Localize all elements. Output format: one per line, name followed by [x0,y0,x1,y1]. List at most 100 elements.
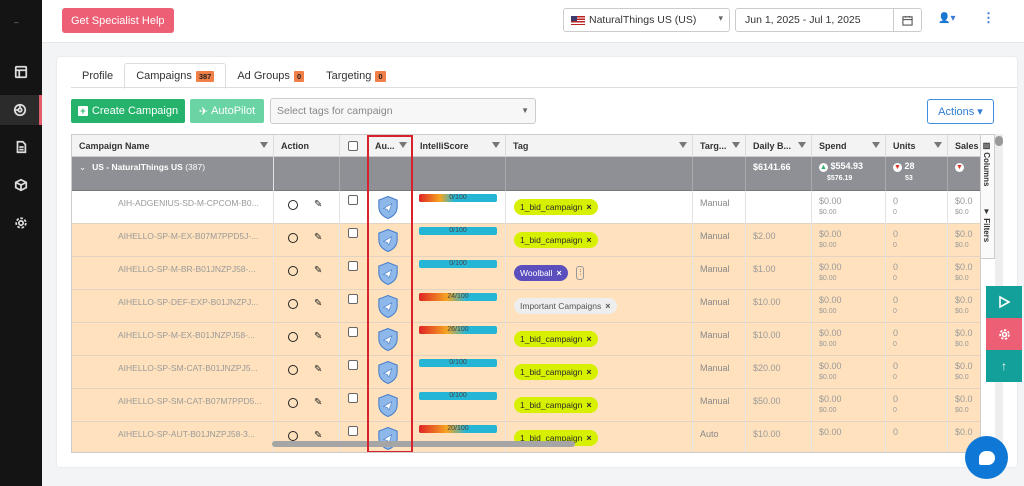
remove-tag-icon[interactable]: × [586,331,591,347]
edit-pen-icon[interactable]: ✎ [314,331,322,342]
document-icon[interactable] [0,132,42,162]
actions-button[interactable]: Actions ▾ [927,99,994,124]
campaign-name[interactable]: AIHELLO-SP-M-EX-B01JNZPJ58-... [72,323,274,356]
calendar-icon[interactable] [893,9,921,31]
campaign-name[interactable]: AIH-ADGENIUS-SD-M-CPCOM-B0... [72,191,274,224]
tag-pill[interactable]: 1_bid_campaign × [514,397,598,413]
cube-icon[interactable] [0,170,42,200]
filter-icon[interactable] [679,142,687,148]
tab-campaigns[interactable]: Campaigns 387 [124,63,227,89]
tag-pill[interactable]: Important Campaigns × [514,298,617,314]
marketplace-select[interactable]: NaturalThings US (US) ▾ [563,8,730,32]
table-row[interactable]: AIHELLO-SP-DEF-EXP-B01JNZPJ... ✎ 24/100 Imp… [72,290,980,323]
row-checkbox[interactable] [348,195,358,205]
autopilot-shield-icon[interactable] [377,195,399,220]
table-row[interactable]: AIHELLO-SP-SM-CAT-B01JNZPJ5... ✎ 0/100 1_bi… [72,356,980,389]
campaign-name[interactable]: AIHELLO-SP-SM-CAT-B01JNZPJ5... [72,356,274,389]
remove-tag-icon[interactable]: × [586,397,591,413]
chat-button[interactable] [965,436,1008,479]
tab-ad-groups[interactable]: Ad Groups 0 [226,63,315,89]
col-action[interactable]: Action [274,135,340,157]
tag-pill[interactable]: Woolball × [514,265,568,281]
autopilot-shield-icon[interactable] [377,393,399,418]
col-intelliscore[interactable]: IntelliScore [413,135,506,157]
row-checkbox[interactable] [348,426,358,436]
clock-icon[interactable] [288,233,298,243]
table-row[interactable]: AIHELLO-SP-M-EX-B07M7PPD5J-... ✎ 0/100 1_bi… [72,224,980,257]
tab-profile[interactable]: Profile [71,63,124,89]
filter-icon[interactable] [732,142,740,148]
date-range-picker[interactable]: Jun 1, 2025 - Jul 1, 2025 [735,8,922,32]
remove-tag-icon[interactable]: × [605,298,610,314]
columns-panel-toggle[interactable]: ▥ Columns [982,141,991,186]
row-checkbox[interactable] [348,228,358,238]
tag-pill[interactable]: 1_bid_campaign × [514,232,598,248]
edit-pen-icon[interactable]: ✎ [314,265,322,276]
filter-icon[interactable] [399,142,407,148]
create-campaign-button[interactable]: + Create Campaign [71,99,185,123]
settings-fab[interactable] [986,318,1022,350]
clock-icon[interactable] [288,266,298,276]
clock-icon[interactable] [288,398,298,408]
remove-tag-icon[interactable]: × [586,199,591,215]
col-targeting[interactable]: Targ... [693,135,746,157]
campaign-name[interactable]: AIHELLO-SP-SM-CAT-B07M7PPD5... [72,389,274,422]
campaigns-icon[interactable] [0,95,42,125]
filter-icon[interactable] [798,142,806,148]
play-button[interactable] [986,286,1022,318]
campaign-name[interactable]: AIHELLO-SP-M-BR-B01JNZPJ58-... [72,257,274,290]
filter-icon[interactable] [872,142,880,148]
autopilot-button[interactable]: ✈ AutoPilot [190,99,264,123]
filter-icon[interactable] [934,142,942,148]
campaign-name[interactable]: AIHELLO-SP-AUT-B01JNZPJ58-3... [72,422,274,452]
select-all-checkbox[interactable] [348,141,358,151]
horizontal-scrollbar[interactable] [272,441,575,447]
col-spend[interactable]: Spend [812,135,886,157]
chevron-down-icon[interactable]: ⌄ [79,162,86,172]
row-checkbox[interactable] [348,360,358,370]
more-options-icon[interactable]: ⋮ [982,10,995,26]
campaign-name[interactable]: AIHELLO-SP-DEF-EXP-B01JNZPJ... [72,290,274,323]
edit-pen-icon[interactable]: ✎ [314,298,322,309]
edit-pen-icon[interactable]: ✎ [314,199,322,210]
edit-pen-icon[interactable]: ✎ [314,397,322,408]
filter-icon[interactable] [492,142,500,148]
table-row[interactable]: AIHELLO-SP-M-EX-B01JNZPJ58-... ✎ 26/100 1_b… [72,323,980,356]
table-row[interactable]: AIHELLO-SP-M-BR-B01JNZPJ58-... ✎ 0/100 Wool… [72,257,980,290]
tag-select[interactable]: Select tags for campaign ▼ [270,98,536,124]
remove-tag-icon[interactable]: × [586,232,591,248]
tab-targeting[interactable]: Targeting 0 [315,63,396,89]
clock-icon[interactable] [288,299,298,309]
clock-icon[interactable] [288,365,298,375]
autopilot-shield-icon[interactable] [377,228,399,253]
remove-tag-icon[interactable]: × [556,265,561,281]
filters-panel-toggle[interactable]: ▼ Filters [982,207,991,242]
specialist-help-button[interactable]: Get Specialist Help [62,8,174,33]
autopilot-shield-icon[interactable] [377,261,399,286]
edit-pen-icon[interactable]: ✎ [314,430,322,441]
edit-pen-icon[interactable]: ✎ [314,364,322,375]
scroll-top-button[interactable]: ↑ [986,350,1022,382]
table-row[interactable]: AIHELLO-SP-AUT-B01JNZPJ58-3... ✎ 20/100 1_b… [72,422,980,452]
table-row[interactable]: AIHELLO-SP-SM-CAT-B07M7PPD5... ✎ 0/100 1_bi… [72,389,980,422]
tag-pill[interactable]: 1_bid_campaign × [514,331,598,347]
remove-tag-icon[interactable]: × [586,364,591,380]
row-checkbox[interactable] [348,393,358,403]
autopilot-shield-icon[interactable] [377,360,399,385]
clock-icon[interactable] [288,200,298,210]
col-daily-budget[interactable]: Daily B... [746,135,812,157]
dashboard-icon[interactable] [0,57,42,87]
row-checkbox[interactable] [348,294,358,304]
remove-tag-icon[interactable]: × [586,430,591,446]
campaign-name[interactable]: AIHELLO-SP-M-EX-B07M7PPD5J-... [72,224,274,257]
clock-icon[interactable] [288,332,298,342]
user-menu-icon[interactable]: 👤▾ [938,13,955,24]
autopilot-shield-icon[interactable] [377,327,399,352]
col-tag[interactable]: Tag [506,135,693,157]
group-row[interactable]: ⌄ US - NaturalThings US (387) $6141.66 ▲ … [72,157,980,191]
col-campaign-name[interactable]: Campaign Name [72,135,274,157]
row-checkbox[interactable] [348,327,358,337]
autopilot-shield-icon[interactable] [377,426,399,451]
more-tags-icon[interactable]: ⋮ [576,266,584,280]
filter-icon[interactable] [260,142,268,148]
